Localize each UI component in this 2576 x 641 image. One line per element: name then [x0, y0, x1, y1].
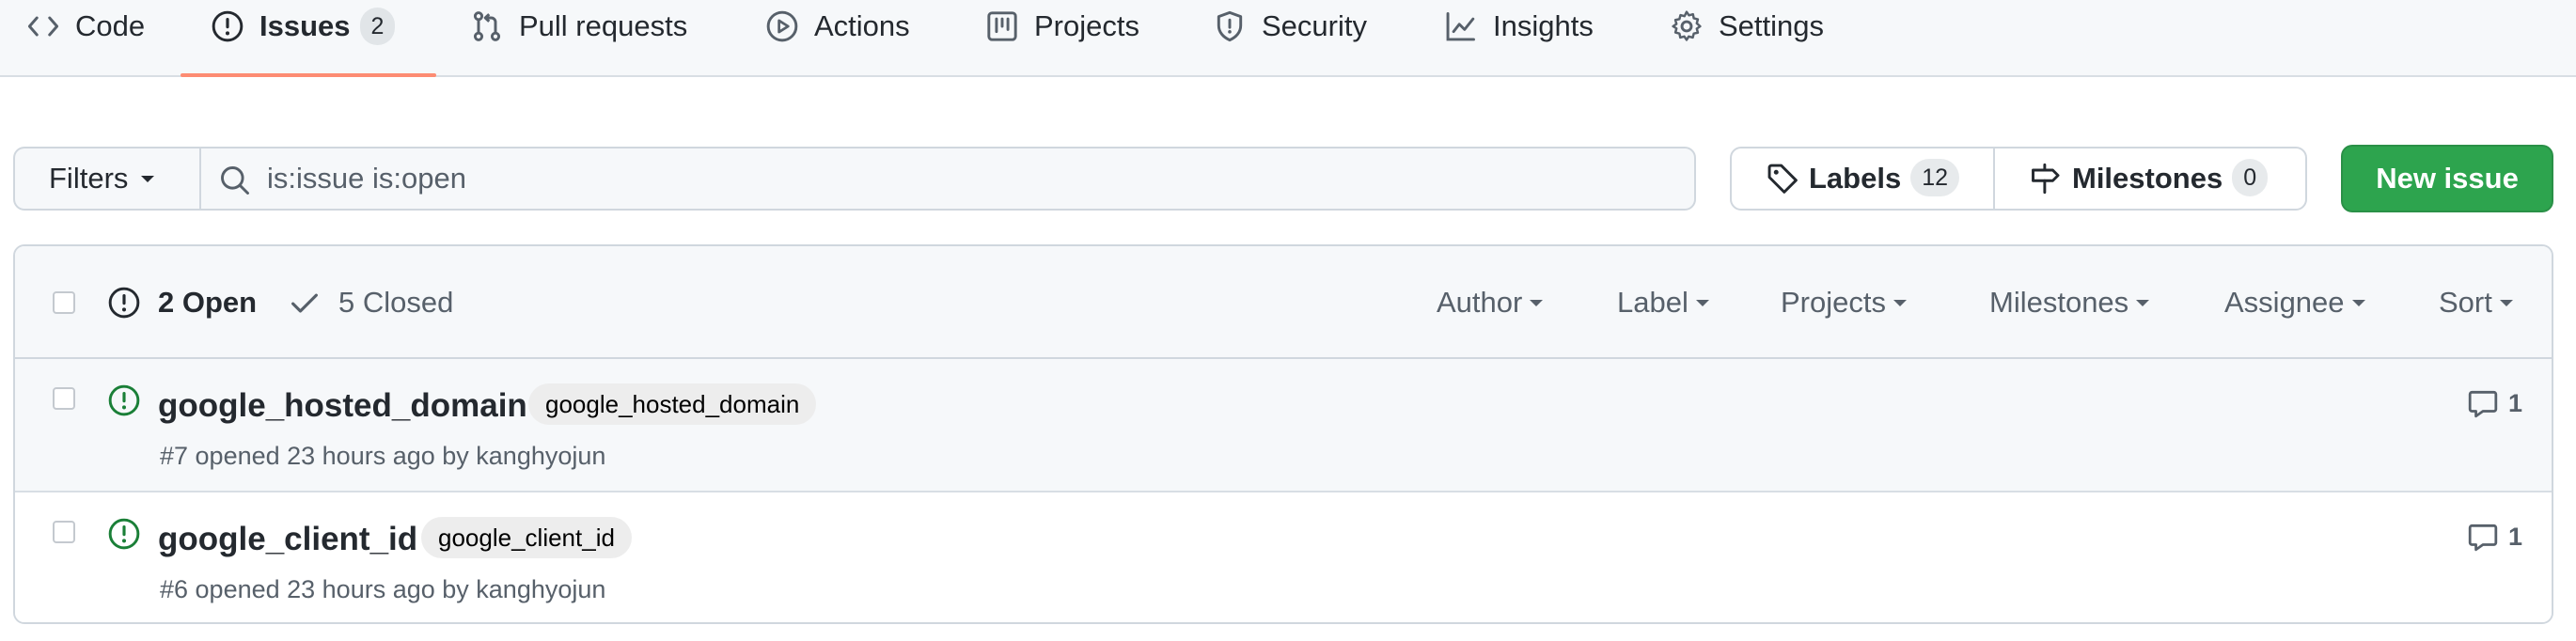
repo-nav: Code Issues 2 Pull requests Actions Proj…: [0, 0, 2576, 77]
labels-button[interactable]: Labels 12: [1730, 147, 1995, 211]
issue-search-input[interactable]: [267, 154, 1677, 203]
assignee-filter-label: Assignee: [2224, 286, 2345, 319]
tab-pull-requests-label: Pull requests: [519, 9, 688, 42]
issues-list-header: 2 Open 5 Closed Author Label Projects Mi…: [15, 246, 2552, 359]
issue-title-link[interactable]: google_hosted_domain: [158, 387, 527, 425]
sort-label: Sort: [2439, 286, 2492, 319]
closed-issues-toggle[interactable]: 5 Closed: [288, 286, 453, 320]
tab-security-label: Security: [1262, 9, 1367, 42]
shield-icon: [1213, 9, 1247, 43]
issue-title-link[interactable]: google_client_id: [158, 521, 417, 558]
tab-issues[interactable]: Issues 2: [211, 0, 396, 75]
check-icon: [288, 286, 322, 320]
issue-label-badge[interactable]: google_hosted_domain: [528, 383, 817, 425]
milestones-filter-dropdown[interactable]: Milestones: [1989, 286, 2150, 320]
tab-pull-requests[interactable]: Pull requests: [470, 0, 687, 75]
tab-issues-label: Issues: [259, 9, 351, 42]
milestones-count-badge: 0: [2232, 159, 2269, 196]
comment-icon: [2467, 387, 2499, 419]
issue-meta-text: #6 opened 23 hours ago by: [160, 575, 477, 603]
issue-comments-link[interactable]: 1: [2467, 521, 2522, 553]
issue-meta-text: #7 opened 23 hours ago by: [160, 442, 477, 470]
caret-down-icon: [2499, 299, 2513, 306]
tab-insights-label: Insights: [1493, 9, 1594, 42]
active-tab-underline: [181, 73, 436, 77]
issue-comments-count: 1: [2508, 388, 2523, 417]
git-pull-request-icon: [470, 9, 504, 43]
search-icon: [218, 164, 252, 197]
play-icon: [765, 9, 799, 43]
issue-comments-link[interactable]: 1: [2467, 387, 2522, 419]
milestones-button[interactable]: Milestones 0: [1993, 147, 2307, 211]
caret-down-icon: [1530, 299, 1544, 306]
new-issue-button[interactable]: New issue: [2341, 145, 2553, 212]
milestones-button-label: Milestones: [2072, 162, 2223, 195]
issue-label-badge[interactable]: google_client_id: [421, 517, 632, 558]
tab-actions[interactable]: Actions: [765, 0, 910, 75]
projects-filter-dropdown[interactable]: Projects: [1781, 286, 1907, 320]
issue-checkbox[interactable]: [53, 387, 75, 410]
open-issues-label: 2 Open: [158, 286, 258, 319]
graph-icon: [1444, 9, 1478, 43]
author-filter-dropdown[interactable]: Author: [1437, 286, 1544, 320]
tab-code-label: Code: [75, 9, 146, 42]
issue-author-link[interactable]: kanghyojun: [476, 575, 605, 603]
filters-dropdown-button[interactable]: Filters: [13, 147, 201, 211]
issue-comments-count: 1: [2508, 522, 2523, 551]
issue-opened-icon: [107, 517, 141, 551]
tab-code[interactable]: Code: [26, 0, 145, 75]
tab-insights[interactable]: Insights: [1444, 0, 1594, 75]
tab-projects-label: Projects: [1034, 9, 1139, 42]
comment-icon: [2467, 521, 2499, 553]
caret-down-icon: [2136, 299, 2150, 306]
select-all-checkbox[interactable]: [53, 291, 75, 314]
project-icon: [985, 9, 1019, 43]
issue-opened-icon: [211, 9, 244, 43]
closed-issues-label: 5 Closed: [338, 286, 454, 319]
milestone-icon: [2029, 162, 2063, 195]
label-filter-dropdown[interactable]: Label: [1617, 286, 1709, 320]
issue-opened-icon: [107, 383, 141, 417]
tag-icon: [1766, 162, 1799, 195]
issue-author-link[interactable]: kanghyojun: [476, 442, 605, 470]
projects-filter-label: Projects: [1781, 286, 1886, 319]
filters-label: Filters: [49, 162, 129, 195]
caret-down-icon: [1695, 299, 1709, 306]
issue-meta: #7 opened 23 hours ago by kanghyojun: [160, 442, 605, 471]
issues-list: 2 Open 5 Closed Author Label Projects Mi…: [13, 244, 2553, 624]
tab-actions-label: Actions: [814, 9, 910, 42]
labels-button-label: Labels: [1809, 162, 1902, 195]
caret-down-icon: [141, 175, 155, 182]
author-filter-label: Author: [1437, 286, 1523, 319]
issue-row[interactable]: google_client_id google_client_id #6 ope…: [15, 491, 2552, 622]
caret-down-icon: [2351, 299, 2365, 306]
issue-meta: #6 opened 23 hours ago by kanghyojun: [160, 575, 605, 604]
label-filter-label: Label: [1617, 286, 1689, 319]
caret-down-icon: [1893, 299, 1907, 306]
issue-row[interactable]: google_hosted_domain google_hosted_domai…: [15, 359, 2552, 491]
issue-checkbox[interactable]: [53, 521, 75, 543]
tab-settings[interactable]: Settings: [1670, 0, 1824, 75]
milestones-filter-label: Milestones: [1989, 286, 2129, 319]
sort-dropdown[interactable]: Sort: [2439, 286, 2513, 320]
open-issues-toggle[interactable]: 2 Open: [107, 286, 257, 320]
assignee-filter-dropdown[interactable]: Assignee: [2224, 286, 2365, 320]
gear-icon: [1670, 9, 1704, 43]
tab-security[interactable]: Security: [1213, 0, 1367, 75]
labels-count-badge: 12: [1910, 159, 1960, 196]
code-icon: [26, 9, 60, 43]
tab-projects[interactable]: Projects: [985, 0, 1139, 75]
tab-settings-label: Settings: [1719, 9, 1825, 42]
issue-opened-icon: [107, 286, 141, 320]
issues-count-badge: 2: [359, 8, 396, 45]
issue-search-box[interactable]: [199, 147, 1696, 211]
